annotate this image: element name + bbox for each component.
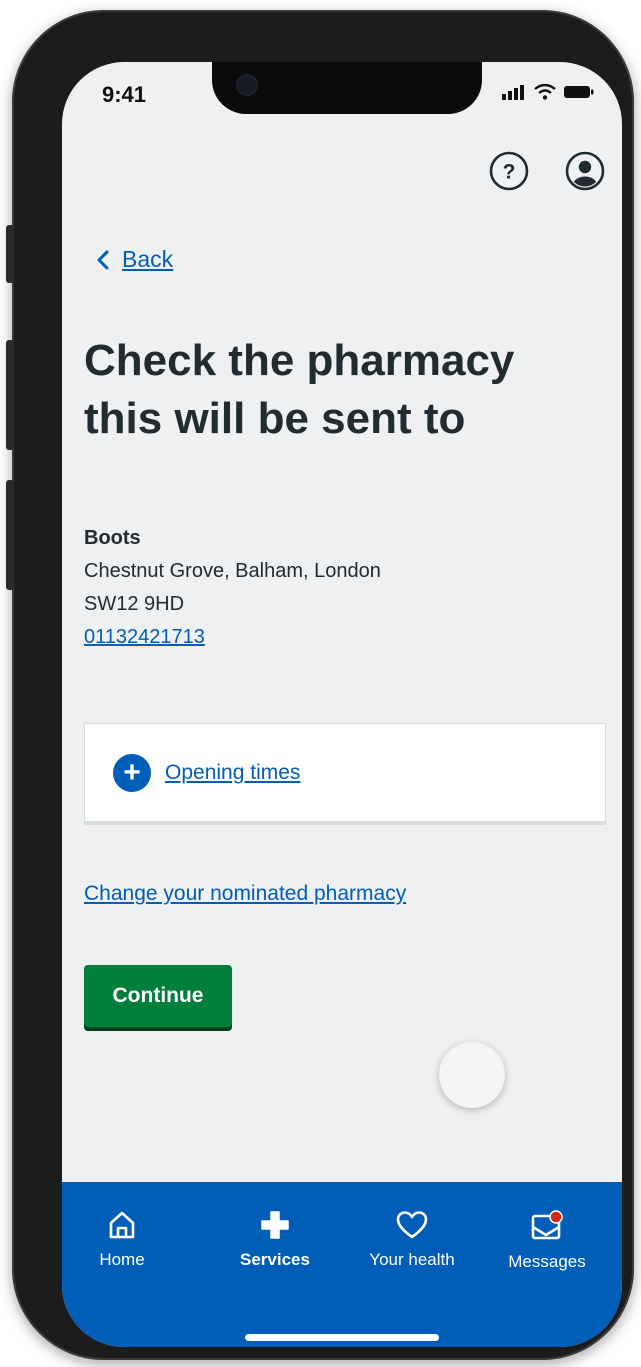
status-time: 9:41 xyxy=(102,82,147,107)
plus-circle-icon: + xyxy=(113,753,151,792)
signal-icon xyxy=(502,85,524,100)
tab-services[interactable]: Services xyxy=(215,1210,335,1270)
profile-icon[interactable] xyxy=(564,150,606,192)
home-indicator xyxy=(245,1334,439,1341)
pharmacy-postcode: SW12 9HD xyxy=(84,593,185,615)
tab-messages[interactable]: Messages xyxy=(487,1210,607,1272)
pharmacy-address-line: Chestnut Grove, Balham, London xyxy=(84,560,381,582)
side-button-mute xyxy=(6,225,14,283)
header-icons: ? xyxy=(488,150,606,192)
side-button-volume-up xyxy=(6,340,14,450)
plus-icon xyxy=(261,1211,289,1239)
back-label: Back xyxy=(122,246,174,272)
tab-your-health-label: Your health xyxy=(369,1250,455,1269)
tab-home-label: Home xyxy=(99,1250,145,1269)
tab-bar: Home Services Your health Messages xyxy=(62,1182,622,1347)
tab-messages-label: Messages xyxy=(508,1252,586,1271)
opening-times-expander[interactable]: + Opening times xyxy=(84,723,606,825)
battery-icon xyxy=(564,86,594,98)
front-camera xyxy=(238,76,256,94)
help-question-icon[interactable]: ? xyxy=(488,150,530,192)
wifi-icon xyxy=(534,84,556,100)
svg-text:?: ? xyxy=(503,161,516,184)
pharmacy-name: Boots xyxy=(84,527,141,549)
notch xyxy=(212,62,482,114)
back-link[interactable]: Back xyxy=(96,246,173,273)
chevron-left-icon xyxy=(97,250,109,269)
pharmacy-phone-link[interactable]: 01132421713 xyxy=(84,621,381,654)
phone-frame: 9:41 ? Back Check the pharmacy this will… xyxy=(6,10,634,1360)
assistive-touch-button[interactable] xyxy=(439,1042,505,1108)
continue-button[interactable]: Continue xyxy=(84,965,232,1027)
screen: 9:41 ? Back Check the pharmacy this will… xyxy=(62,62,622,1347)
status-icons xyxy=(502,84,594,100)
tab-your-health[interactable]: Your health xyxy=(352,1210,472,1270)
tab-services-label: Services xyxy=(240,1250,310,1269)
change-pharmacy-link[interactable]: Change your nominated pharmacy xyxy=(84,882,406,906)
heart-icon xyxy=(396,1211,428,1239)
tab-home[interactable]: Home xyxy=(62,1210,182,1270)
page-title: Check the pharmacy this will be sent to xyxy=(84,336,515,443)
opening-times-label: Opening times xyxy=(165,760,301,784)
home-icon xyxy=(109,1211,135,1239)
notification-dot xyxy=(549,1210,563,1224)
pharmacy-address: Boots Chestnut Grove, Balham, London SW1… xyxy=(84,522,381,654)
messages-icon xyxy=(531,1210,563,1240)
side-button-volume-down xyxy=(6,480,14,590)
